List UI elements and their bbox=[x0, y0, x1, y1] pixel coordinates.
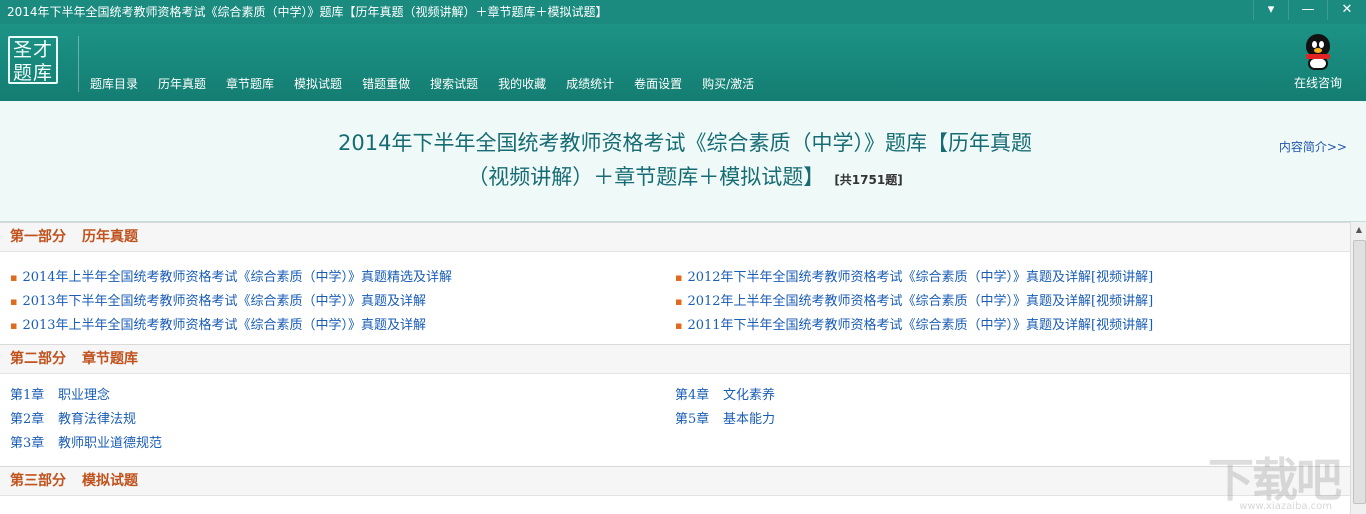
nav-item-past-exams[interactable]: 历年真题 bbox=[148, 71, 216, 97]
vertical-scrollbar[interactable]: ▲ bbox=[1350, 222, 1366, 514]
page-title: 2014年下半年全国统考教师资格考试《综合素质（中学）》题库【历年真题 （视频讲… bbox=[300, 126, 1070, 197]
watermark-url: www.xiazaiba.com bbox=[1239, 501, 1332, 512]
list-item[interactable]: ▪ 2013年上半年全国统考教师资格考试《综合素质（中学）》真题及详解 bbox=[0, 314, 665, 338]
chapter-item[interactable]: 第4章 文化素养 bbox=[665, 384, 1330, 408]
nav-item-favorites[interactable]: 我的收藏 bbox=[488, 71, 556, 97]
nav-item-search[interactable]: 搜索试题 bbox=[420, 71, 488, 97]
nav-item-statistics[interactable]: 成绩统计 bbox=[556, 71, 624, 97]
window-title: 2014年下半年全国统考教师资格考试《综合素质（中学）》题库【历年真题（视频讲解… bbox=[7, 5, 608, 19]
intro-link[interactable]: 内容简介>> bbox=[1279, 138, 1347, 155]
nav-item-redo-wrong[interactable]: 错题重做 bbox=[352, 71, 420, 97]
section-name: 历年真题 bbox=[82, 229, 138, 245]
dropdown-menu-button[interactable]: ▾ bbox=[1253, 0, 1288, 20]
chapter-item[interactable]: 第5章 基本能力 bbox=[665, 408, 1330, 432]
list-item[interactable]: ▪ 2014年上半年全国统考教师资格考试《综合素质（中学）》真题精选及详解 bbox=[0, 266, 665, 290]
nav-item-chapter-bank[interactable]: 章节题库 bbox=[216, 71, 284, 97]
chapter-item[interactable]: 第1章 职业理念 bbox=[0, 384, 665, 408]
list-item[interactable]: ▪ 2012年下半年全国统考教师资格考试《综合素质（中学）》真题及详解[视频讲解] bbox=[665, 266, 1330, 290]
header-banner: 2014年下半年全国统考教师资格考试《综合素质（中学）》题库【历年真题 （视频讲… bbox=[0, 101, 1366, 222]
list-item[interactable]: ▪ 2013年下半年全国统考教师资格考试《综合素质（中学）》真题及详解 bbox=[0, 290, 665, 314]
scroll-up-icon[interactable]: ▲ bbox=[1351, 222, 1366, 238]
section-part-label: 第二部分 bbox=[10, 351, 66, 367]
bullet-icon: ▪ bbox=[675, 319, 683, 332]
logo-line-2: 题库 bbox=[12, 62, 53, 84]
nav-item-purchase[interactable]: 购买/激活 bbox=[692, 71, 764, 97]
chapter-list: 第1章 职业理念 第4章 文化素养 第2章 教育法律法规 第5章 基本能力 第3章 教师职… bbox=[0, 374, 1351, 466]
main-nav: 题库目录 历年真题 章节题库 模拟试题 错题重做 搜索试题 我的收藏 成绩统计 … bbox=[80, 71, 764, 97]
bullet-icon: ▪ bbox=[675, 295, 683, 308]
content-area: 第一部分 历年真题 ▪ 2014年上半年全国统考教师资格考试《综合素质（中学）》真题… bbox=[0, 222, 1351, 514]
list-item[interactable]: ▪ 2012年上半年全国统考教师资格考试《综合素质（中学）》真题及详解[视频讲解] bbox=[665, 290, 1330, 314]
chapter-item[interactable]: 第2章 教育法律法规 bbox=[0, 408, 665, 432]
question-count: [共1751题] bbox=[834, 173, 903, 187]
section-part-label: 第一部分 bbox=[10, 229, 66, 245]
qq-penguin-icon bbox=[1303, 34, 1333, 70]
bullet-icon: ▪ bbox=[10, 271, 18, 284]
nav-item-settings[interactable]: 卷面设置 bbox=[624, 71, 692, 97]
list-item[interactable]: ▪ 2011年下半年全国统考教师资格考试《综合素质（中学）》真题及详解[视频讲解] bbox=[665, 314, 1330, 338]
bullet-icon: ▪ bbox=[675, 271, 683, 284]
nav-item-catalog[interactable]: 题库目录 bbox=[80, 71, 148, 97]
section-header-chapter-bank: 第二部分 章节题库 bbox=[0, 344, 1351, 374]
scroll-thumb[interactable] bbox=[1353, 240, 1366, 504]
online-consult-button[interactable]: 在线咨询 bbox=[1288, 34, 1348, 91]
title-bar: 2014年下半年全国统考教师资格考试《综合素质（中学）》题库【历年真题（视频讲解… bbox=[0, 0, 1366, 24]
page-title-line-1: 2014年下半年全国统考教师资格考试《综合素质（中学）》题库【历年真题 bbox=[338, 131, 1032, 155]
online-consult-label: 在线咨询 bbox=[1293, 76, 1342, 90]
section-part-label: 第三部分 bbox=[10, 473, 66, 489]
bullet-icon: ▪ bbox=[10, 319, 18, 332]
nav-bar: 圣才 题库 题库目录 历年真题 章节题库 模拟试题 错题重做 搜索试题 我的收藏… bbox=[0, 24, 1366, 101]
minimize-button[interactable]: — bbox=[1288, 0, 1327, 20]
section-name: 章节题库 bbox=[82, 351, 138, 367]
page-title-line-2: （视频讲解）＋章节题库＋模拟试题】 bbox=[467, 165, 825, 189]
nav-divider bbox=[78, 36, 79, 92]
chapter-item[interactable]: 第3章 教师职业道德规范 bbox=[0, 432, 665, 456]
past-exam-list: ▪ 2014年上半年全国统考教师资格考试《综合素质（中学）》真题精选及详解 ▪ 20… bbox=[0, 252, 1351, 344]
section-header-mock-tests: 第三部分 模拟试题 bbox=[0, 466, 1351, 496]
app-logo: 圣才 题库 bbox=[8, 36, 58, 84]
bullet-icon: ▪ bbox=[10, 295, 18, 308]
section-header-past-exams: 第一部分 历年真题 bbox=[0, 222, 1351, 252]
logo-line-1: 圣才 bbox=[12, 39, 53, 61]
close-button[interactable]: ✕ bbox=[1327, 0, 1366, 20]
window-controls: ▾ — ✕ bbox=[1253, 0, 1366, 22]
nav-item-mock-tests[interactable]: 模拟试题 bbox=[284, 71, 352, 97]
section-name: 模拟试题 bbox=[82, 473, 138, 489]
